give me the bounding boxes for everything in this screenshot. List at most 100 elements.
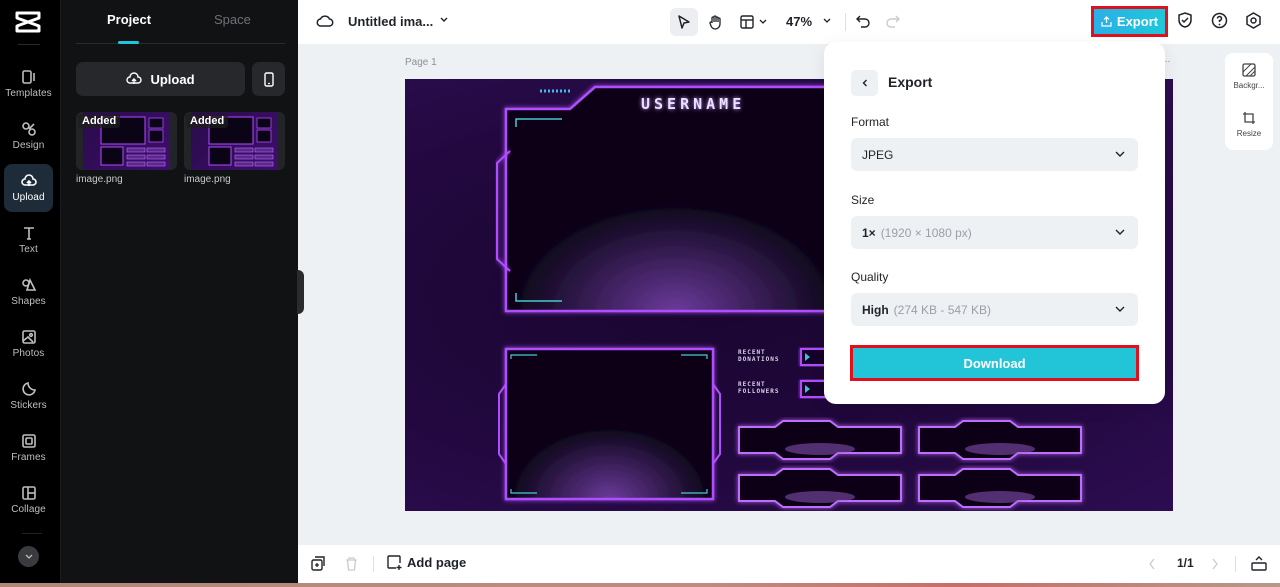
chevron-left-icon <box>862 79 867 87</box>
rail-label: Stickers <box>10 400 47 411</box>
rail-item-stickers[interactable]: Stickers <box>4 372 53 420</box>
os-taskbar-strip <box>0 583 1280 587</box>
top-toolbar: Untitled ima... 47% Export <box>298 0 1280 44</box>
resize-tool-label: Resize <box>1236 129 1262 138</box>
hand-tool-button[interactable] <box>702 8 728 36</box>
upload-panel: Project Space Upload Added image.png Add… <box>60 0 298 583</box>
recent-text: RECENT <box>738 381 766 388</box>
added-badge: Added <box>78 114 121 128</box>
undo-icon[interactable] <box>856 14 870 28</box>
shapes-icon <box>21 277 36 291</box>
rail-label: Shapes <box>11 296 46 307</box>
delete-page-icon[interactable] <box>345 556 358 571</box>
rail-item-text[interactable]: Text <box>4 216 53 264</box>
format-label: Format <box>851 115 890 129</box>
layout-menu-button[interactable] <box>736 8 772 36</box>
collage-icon <box>21 486 36 500</box>
next-page-icon[interactable] <box>1211 558 1219 570</box>
shield-check-icon[interactable] <box>1177 12 1193 29</box>
phone-icon <box>263 71 274 87</box>
redo-icon[interactable] <box>886 14 900 28</box>
document-title[interactable]: Untitled ima... <box>348 14 433 29</box>
hand-icon <box>708 15 721 30</box>
layout-icon <box>740 15 754 29</box>
username-text: USERNAME <box>641 95 746 113</box>
format-value: JPEG <box>862 147 894 162</box>
previous-page-icon[interactable] <box>1148 558 1156 570</box>
export-highlight: Export <box>1091 6 1168 37</box>
settings-icon[interactable] <box>1245 12 1262 29</box>
chevron-down-icon[interactable] <box>439 16 449 24</box>
rail-item-frames[interactable]: Frames <box>4 424 53 472</box>
rail-item-upload[interactable]: Upload <box>4 164 53 212</box>
duplicate-page-icon[interactable] <box>311 556 325 571</box>
upload-button[interactable]: Upload <box>76 62 245 96</box>
rail-item-shapes[interactable]: Shapes <box>4 268 53 316</box>
file-name: image.png <box>184 174 231 185</box>
tab-project[interactable]: Project <box>107 12 151 27</box>
rail-item-templates[interactable]: Templates <box>4 60 53 108</box>
rail-item-design[interactable]: Design <box>4 112 53 160</box>
background-tool-button[interactable]: Backgr... <box>1225 63 1273 90</box>
cloud-upload-icon <box>126 72 143 84</box>
active-tab-indicator <box>118 41 139 44</box>
cloud-upload-icon <box>20 174 37 186</box>
cloud-sync-icon[interactable] <box>316 13 334 29</box>
rail-more-button[interactable] <box>18 546 39 567</box>
rail-divider <box>18 44 40 45</box>
editor-app: Templates Design Upload Text Shapes Phot… <box>0 0 1280 587</box>
rail-label: Text <box>19 244 38 255</box>
add-page-icon <box>387 555 402 570</box>
tab-space[interactable]: Space <box>214 12 251 27</box>
rail-label: Design <box>12 140 45 151</box>
zoom-level[interactable]: 47% <box>786 14 812 29</box>
size-detail: (1920 × 1080 px) <box>880 225 972 240</box>
upload-from-phone-button[interactable] <box>252 62 285 96</box>
rail-label: Templates <box>5 88 52 99</box>
quality-select[interactable]: High (274 KB - 547 KB) <box>851 293 1138 326</box>
templates-icon <box>21 70 35 84</box>
expand-pages-icon[interactable] <box>1251 556 1267 571</box>
frame-icon <box>21 434 36 448</box>
background-tool-label: Backgr... <box>1233 81 1265 90</box>
rail-item-photos[interactable]: Photos <box>4 320 53 368</box>
added-badge: Added <box>186 114 229 128</box>
quality-label: Quality <box>851 270 889 284</box>
back-button[interactable] <box>851 70 878 96</box>
background-icon <box>1242 63 1256 77</box>
export-icon <box>1101 16 1112 27</box>
collapse-panel-handle[interactable] <box>297 270 304 314</box>
design-icon <box>21 122 36 136</box>
pointer-icon <box>678 15 690 29</box>
chevron-down-icon <box>1115 151 1125 157</box>
donations-text: DONATIONS <box>738 356 780 363</box>
toolbar-divider <box>845 13 846 31</box>
left-rail: Templates Design Upload Text Shapes Phot… <box>0 0 60 583</box>
bottom-divider <box>373 556 374 572</box>
chevron-down-icon <box>1115 306 1125 312</box>
export-panel-title: Export <box>888 74 933 90</box>
recent-donations-label: RECENT DONATIONS <box>738 349 780 363</box>
select-tool-button[interactable] <box>670 8 698 36</box>
capcut-logo-icon[interactable] <box>14 10 42 34</box>
rail-label: Frames <box>11 452 46 463</box>
rail-item-collage[interactable]: Collage <box>4 476 53 524</box>
format-select[interactable]: JPEG <box>851 138 1138 171</box>
panel-tabs: Project Space <box>76 0 285 44</box>
export-panel: Export Format JPEG Size 1× (1920 × 1080 … <box>824 42 1165 404</box>
rail-label: Upload <box>12 192 45 203</box>
resize-icon <box>1243 112 1255 124</box>
rail-divider <box>22 533 42 534</box>
add-page-button[interactable]: Add page <box>387 555 466 570</box>
help-icon[interactable] <box>1211 12 1228 29</box>
file-thumbnail[interactable]: Added <box>184 112 285 170</box>
download-button[interactable]: Download <box>853 348 1136 378</box>
export-button[interactable]: Export <box>1094 9 1165 34</box>
size-select[interactable]: 1× (1920 × 1080 px) <box>851 216 1138 249</box>
recent-text: RECENT <box>738 349 766 356</box>
upload-button-label: Upload <box>150 71 195 87</box>
zoom-chevron-down-icon[interactable] <box>822 17 832 25</box>
file-thumbnail[interactable]: Added <box>76 112 177 170</box>
resize-tool-button[interactable]: Resize <box>1225 111 1273 138</box>
followers-text: FOLLOWERS <box>738 388 780 395</box>
